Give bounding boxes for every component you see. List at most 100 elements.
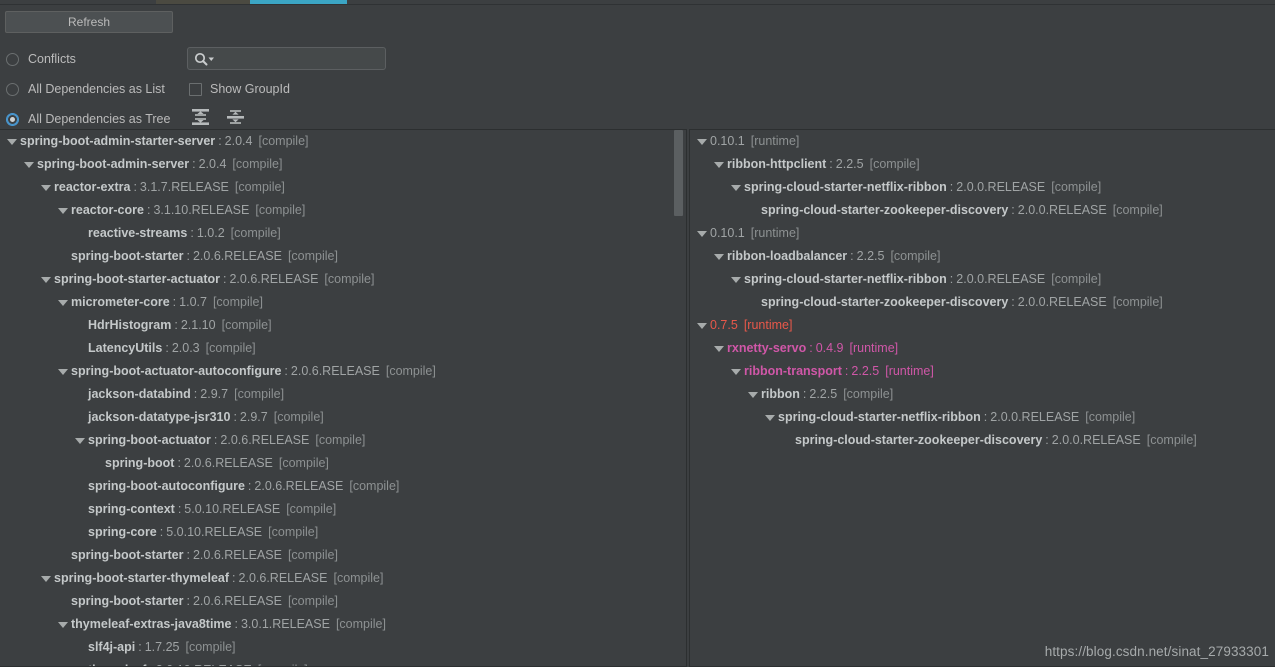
tree-node[interactable]: spring-boot-autoconfigure:2.0.6.RELEASE[… xyxy=(0,475,686,498)
tree-node[interactable]: reactor-core:3.1.10.RELEASE[compile] xyxy=(0,199,686,222)
tree-expand-arrow-icon[interactable] xyxy=(57,366,68,377)
tree-expand-arrow-icon[interactable] xyxy=(6,136,17,147)
tree-node-artifact: spring-cloud-starter-netflix-ribbon xyxy=(778,406,981,429)
tree-node[interactable]: thymeleaf:3.0.10.RELEASE[compile] xyxy=(0,659,686,667)
radio-indicator-all-dependencies-as-list[interactable] xyxy=(6,83,19,96)
tree-expand-arrow-icon[interactable] xyxy=(23,159,34,170)
tree-node-separator: : xyxy=(248,475,251,498)
tree-node[interactable]: thymeleaf-extras-java8time:3.0.1.RELEASE… xyxy=(0,613,686,636)
tree-node[interactable]: spring-boot-actuator:2.0.6.RELEASE[compi… xyxy=(0,429,686,452)
tree-expand-arrow-icon[interactable] xyxy=(57,205,68,216)
tree-node[interactable]: spring-cloud-starter-netflix-ribbon:2.0.… xyxy=(690,176,1275,199)
tree-node-separator: : xyxy=(174,314,177,337)
tree-node[interactable]: HdrHistogram:2.1.10 [compile] xyxy=(0,314,686,337)
tree-expand-arrow-icon[interactable] xyxy=(40,182,51,193)
tree-expand-arrow-icon[interactable] xyxy=(57,297,68,308)
tree-node[interactable]: spring-boot-starter:2.0.6.RELEASE[compil… xyxy=(0,245,686,268)
tree-node-separator: : xyxy=(133,176,136,199)
tree-expand-arrow-icon[interactable] xyxy=(74,435,85,446)
tree-expand-arrow-icon[interactable] xyxy=(696,228,707,239)
search-input[interactable] xyxy=(187,47,386,70)
tree-node[interactable]: spring-boot-starter-thymeleaf:2.0.6.RELE… xyxy=(0,567,686,590)
tree-node[interactable]: spring-cloud-starter-zookeeper-discovery… xyxy=(690,291,1275,314)
tree-node-scope: [compile] xyxy=(222,314,272,337)
tree-node-separator: : xyxy=(214,429,217,452)
tree-node-artifact: HdrHistogram xyxy=(88,314,171,337)
tree-node[interactable]: spring-core:5.0.10.RELEASE[compile] xyxy=(0,521,686,544)
tree-expand-arrow-icon[interactable] xyxy=(696,320,707,331)
radio-option-all-dependencies-as-tree[interactable]: All Dependencies as Tree xyxy=(6,109,170,129)
tree-node-version: 5.0.10.RELEASE xyxy=(184,498,280,521)
tree-node[interactable]: slf4j-api:1.7.25[compile] xyxy=(0,636,686,659)
tree-node-scope: [compile] xyxy=(206,337,256,360)
tree-node-separator: : xyxy=(850,245,853,268)
radio-option-all-dependencies-as-list[interactable]: All Dependencies as List xyxy=(6,79,165,99)
tree-node[interactable]: LatencyUtils:2.0.3[compile] xyxy=(0,337,686,360)
tree-node[interactable]: 0.7.5[runtime] xyxy=(690,314,1275,337)
tree-node-artifact: spring-boot-starter-actuator xyxy=(54,268,220,291)
checkbox-show-groupid[interactable]: Show GroupId xyxy=(189,79,290,99)
tree-node[interactable]: reactive-streams:1.0.2[compile] xyxy=(0,222,686,245)
tree-node[interactable]: reactor-extra:3.1.7.RELEASE[compile] xyxy=(0,176,686,199)
tree-expand-arrow-icon[interactable] xyxy=(730,274,741,285)
tree-node-scope: [compile] xyxy=(213,291,263,314)
tree-node[interactable]: 0.10.1[runtime] xyxy=(690,222,1275,245)
checkbox-indicator-show-groupid[interactable] xyxy=(189,83,202,96)
tree-node[interactable]: ribbon-transport:2.2.5[runtime] xyxy=(690,360,1275,383)
tree-node[interactable]: spring-cloud-starter-netflix-ribbon:2.0.… xyxy=(690,406,1275,429)
tree-node[interactable]: spring-cloud-starter-netflix-ribbon:2.0.… xyxy=(690,268,1275,291)
tree-expand-arrow-icon[interactable] xyxy=(730,366,741,377)
tree-node[interactable]: ribbon-loadbalancer:2.2.5[compile] xyxy=(690,245,1275,268)
tree-node[interactable]: spring-boot-starter:2.0.6.RELEASE[compil… xyxy=(0,590,686,613)
tree-node-artifact: micrometer-core xyxy=(71,291,170,314)
tree-node[interactable]: jackson-databind:2.9.7[compile] xyxy=(0,383,686,406)
tree-node[interactable]: spring-boot-actuator-autoconfigure:2.0.6… xyxy=(0,360,686,383)
tree-node-scope: [compile] xyxy=(386,360,436,383)
tree-node[interactable]: rxnetty-servo:0.4.9[runtime] xyxy=(690,337,1275,360)
tree-expand-arrow-icon[interactable] xyxy=(764,412,775,423)
refresh-button[interactable]: Refresh xyxy=(5,11,173,33)
tree-node[interactable]: 0.10.1[runtime] xyxy=(690,130,1275,153)
tree-node-separator: : xyxy=(173,291,176,314)
tree-node-separator: : xyxy=(187,590,190,613)
tree-expand-arrow-icon[interactable] xyxy=(57,619,68,630)
tree-expand-arrow-icon[interactable] xyxy=(713,159,724,170)
tree-node[interactable]: spring-boot-starter-actuator:2.0.6.RELEA… xyxy=(0,268,686,291)
tree-expand-arrow-icon[interactable] xyxy=(747,389,758,400)
tree-expand-arrow-icon[interactable] xyxy=(713,251,724,262)
tree-node[interactable]: spring-boot:2.0.6.RELEASE[compile] xyxy=(0,452,686,475)
tree-node[interactable]: ribbon:2.2.5[compile] xyxy=(690,383,1275,406)
tree-node[interactable]: micrometer-core:1.0.7[compile] xyxy=(0,291,686,314)
tree-node[interactable]: spring-context:5.0.10.RELEASE[compile] xyxy=(0,498,686,521)
tree-node-artifact: reactive-streams xyxy=(88,222,187,245)
tree-expand-arrow-icon[interactable] xyxy=(40,274,51,285)
collapse-all-button[interactable] xyxy=(224,106,248,128)
tree-expand-arrow-icon[interactable] xyxy=(696,136,707,147)
dependency-tree-left-pane[interactable]: spring-boot-admin-starter-server:2.0.4[c… xyxy=(0,129,687,667)
tree-node[interactable]: spring-boot-starter:2.0.6.RELEASE[compil… xyxy=(0,544,686,567)
tree-expand-arrow-icon[interactable] xyxy=(713,343,724,354)
tree-node-version: 3.0.1.RELEASE xyxy=(241,613,330,636)
tree-node-separator: : xyxy=(192,153,195,176)
tree-node-version: 2.0.4 xyxy=(199,153,227,176)
search-icon[interactable] xyxy=(193,52,215,66)
collapse-all-icon xyxy=(224,106,248,128)
tree-node-version: 2.1.10 xyxy=(181,314,216,337)
tree-expand-arrow-icon[interactable] xyxy=(40,573,51,584)
tree-node-scope: [compile] xyxy=(324,268,374,291)
dependency-tree-right-pane[interactable]: 0.10.1[runtime]ribbon-httpclient:2.2.5[c… xyxy=(689,129,1275,667)
tree-node[interactable]: jackson-datatype-jsr310:2.9.7[compile] xyxy=(0,406,686,429)
left-pane-scrollbar-track[interactable] xyxy=(674,130,685,666)
tree-node[interactable]: spring-cloud-starter-zookeeper-discovery… xyxy=(690,199,1275,222)
radio-option-conflicts[interactable]: Conflicts xyxy=(6,49,76,69)
tree-node[interactable]: ribbon-httpclient:2.2.5[compile] xyxy=(690,153,1275,176)
radio-indicator-conflicts[interactable] xyxy=(6,53,19,66)
expand-all-button[interactable] xyxy=(189,106,213,128)
tree-node[interactable]: spring-boot-admin-starter-server:2.0.4[c… xyxy=(0,130,686,153)
left-pane-scrollbar-thumb[interactable] xyxy=(674,130,683,216)
tree-expand-arrow-icon[interactable] xyxy=(730,182,741,193)
tree-node-scope: [compile] xyxy=(234,383,284,406)
radio-indicator-all-dependencies-as-tree[interactable] xyxy=(6,113,19,126)
tree-node[interactable]: spring-cloud-starter-zookeeper-discovery… xyxy=(690,429,1275,452)
tree-node[interactable]: spring-boot-admin-server:2.0.4[compile] xyxy=(0,153,686,176)
